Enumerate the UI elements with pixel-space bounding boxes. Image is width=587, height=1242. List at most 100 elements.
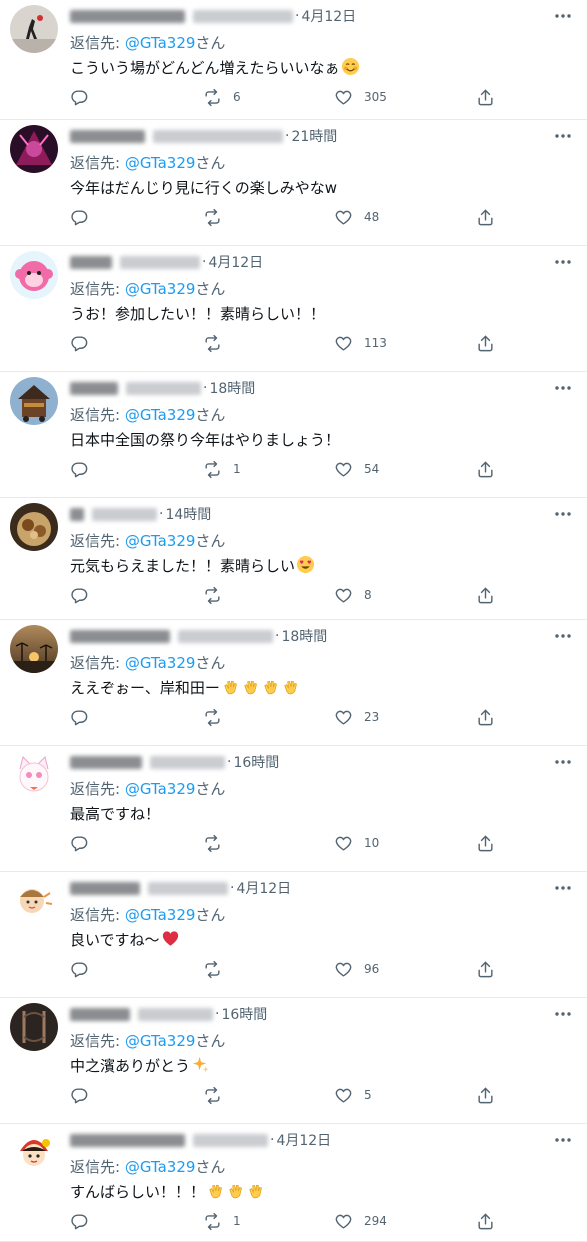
like-button[interactable]: 305 <box>334 86 387 108</box>
handle-redacted[interactable] <box>150 755 225 769</box>
share-button[interactable] <box>476 584 495 606</box>
avatar[interactable] <box>10 625 58 673</box>
reply-button[interactable] <box>70 332 89 354</box>
share-button[interactable] <box>476 706 495 728</box>
like-button[interactable]: 294 <box>334 1210 387 1232</box>
more-options-icon[interactable] <box>553 6 573 26</box>
display-name-redacted[interactable] <box>70 1007 130 1021</box>
mention-link[interactable]: @GTa329 <box>125 532 196 550</box>
timestamp[interactable]: 21時間 <box>291 126 337 146</box>
like-button[interactable]: 48 <box>334 206 379 228</box>
timestamp[interactable]: 4月12日 <box>208 252 263 272</box>
mention-link[interactable]: @GTa329 <box>125 780 196 798</box>
tweet[interactable]: · 4月12日 返信先: @GTa329さん 良いですね〜 96 <box>0 872 587 998</box>
tweet[interactable]: · 16時間 返信先: @GTa329さん 最高ですね！ 10 <box>0 746 587 872</box>
timestamp[interactable]: 4月12日 <box>236 878 291 898</box>
mention-link[interactable]: @GTa329 <box>125 34 196 52</box>
handle-redacted[interactable] <box>138 1007 213 1021</box>
share-button[interactable] <box>476 206 495 228</box>
display-name-redacted[interactable] <box>70 755 142 769</box>
like-button[interactable]: 113 <box>334 332 387 354</box>
reply-button[interactable] <box>70 206 89 228</box>
retweet-button[interactable] <box>203 1084 233 1106</box>
timestamp[interactable]: 4月12日 <box>301 6 356 26</box>
retweet-button[interactable] <box>203 958 233 980</box>
retweet-button[interactable] <box>203 706 233 728</box>
tweet[interactable]: · 14時間 返信先: @GTa329さん 元気もらえました！！素晴らしい 8 <box>0 498 587 620</box>
share-button[interactable] <box>476 832 495 854</box>
more-options-icon[interactable] <box>553 626 573 646</box>
tweet[interactable]: · 16時間 返信先: @GTa329さん 中之濱ありがとう 5 <box>0 998 587 1124</box>
like-button[interactable]: 10 <box>334 832 379 854</box>
avatar[interactable] <box>10 877 58 925</box>
avatar[interactable] <box>10 1129 58 1177</box>
reply-button[interactable] <box>70 958 89 980</box>
more-options-icon[interactable] <box>553 752 573 772</box>
mention-link[interactable]: @GTa329 <box>125 280 196 298</box>
tweet[interactable]: · 4月12日 返信先: @GTa329さん すんばらしい！！！ 1 294 <box>0 1124 587 1242</box>
display-name-redacted[interactable] <box>70 507 84 521</box>
more-options-icon[interactable] <box>553 378 573 398</box>
reply-button[interactable] <box>70 584 89 606</box>
display-name-redacted[interactable] <box>70 1133 185 1147</box>
reply-button[interactable] <box>70 706 89 728</box>
more-options-icon[interactable] <box>553 1004 573 1024</box>
handle-redacted[interactable] <box>178 629 273 643</box>
timestamp[interactable]: 16時間 <box>221 1004 267 1024</box>
like-button[interactable]: 96 <box>334 958 379 980</box>
avatar[interactable] <box>10 1003 58 1051</box>
avatar[interactable] <box>10 377 58 425</box>
reply-button[interactable] <box>70 832 89 854</box>
retweet-button[interactable]: 6 <box>203 86 241 108</box>
mention-link[interactable]: @GTa329 <box>125 1032 196 1050</box>
share-button[interactable] <box>476 958 495 980</box>
timestamp[interactable]: 4月12日 <box>276 1130 331 1150</box>
avatar[interactable] <box>10 751 58 799</box>
avatar[interactable] <box>10 5 58 53</box>
reply-button[interactable] <box>70 86 89 108</box>
retweet-button[interactable]: 1 <box>203 458 241 480</box>
handle-redacted[interactable] <box>92 507 157 521</box>
retweet-button[interactable] <box>203 332 233 354</box>
avatar[interactable] <box>10 251 58 299</box>
reply-button[interactable] <box>70 1084 89 1106</box>
more-options-icon[interactable] <box>553 504 573 524</box>
handle-redacted[interactable] <box>126 381 201 395</box>
reply-button[interactable] <box>70 1210 89 1232</box>
timestamp[interactable]: 14時間 <box>165 504 211 524</box>
share-button[interactable] <box>476 332 495 354</box>
timestamp[interactable]: 18時間 <box>209 378 255 398</box>
retweet-button[interactable] <box>203 206 233 228</box>
mention-link[interactable]: @GTa329 <box>125 154 196 172</box>
handle-redacted[interactable] <box>153 129 283 143</box>
share-button[interactable] <box>476 1210 495 1232</box>
avatar[interactable] <box>10 125 58 173</box>
like-button[interactable]: 54 <box>334 458 379 480</box>
mention-link[interactable]: @GTa329 <box>125 406 196 424</box>
retweet-button[interactable] <box>203 832 233 854</box>
tweet[interactable]: · 4月12日 返信先: @GTa329さん こういう場がどんどん増えたらいいなぁ 6 3… <box>0 0 587 120</box>
like-button[interactable]: 8 <box>334 584 372 606</box>
handle-redacted[interactable] <box>193 9 293 23</box>
more-options-icon[interactable] <box>553 1130 573 1150</box>
handle-redacted[interactable] <box>193 1133 268 1147</box>
like-button[interactable]: 5 <box>334 1084 372 1106</box>
avatar[interactable] <box>10 503 58 551</box>
more-options-icon[interactable] <box>553 878 573 898</box>
retweet-button[interactable]: 1 <box>203 1210 241 1232</box>
like-button[interactable]: 23 <box>334 706 379 728</box>
display-name-redacted[interactable] <box>70 381 118 395</box>
share-button[interactable] <box>476 86 495 108</box>
display-name-redacted[interactable] <box>70 9 185 23</box>
timestamp[interactable]: 16時間 <box>233 752 279 772</box>
tweet[interactable]: · 21時間 返信先: @GTa329さん 今年はだんじり見に行くの楽しみやなw 48 <box>0 120 587 246</box>
mention-link[interactable]: @GTa329 <box>125 906 196 924</box>
mention-link[interactable]: @GTa329 <box>125 654 196 672</box>
display-name-redacted[interactable] <box>70 255 112 269</box>
retweet-button[interactable] <box>203 584 233 606</box>
handle-redacted[interactable] <box>120 255 200 269</box>
share-button[interactable] <box>476 458 495 480</box>
more-options-icon[interactable] <box>553 126 573 146</box>
reply-button[interactable] <box>70 458 89 480</box>
display-name-redacted[interactable] <box>70 129 145 143</box>
